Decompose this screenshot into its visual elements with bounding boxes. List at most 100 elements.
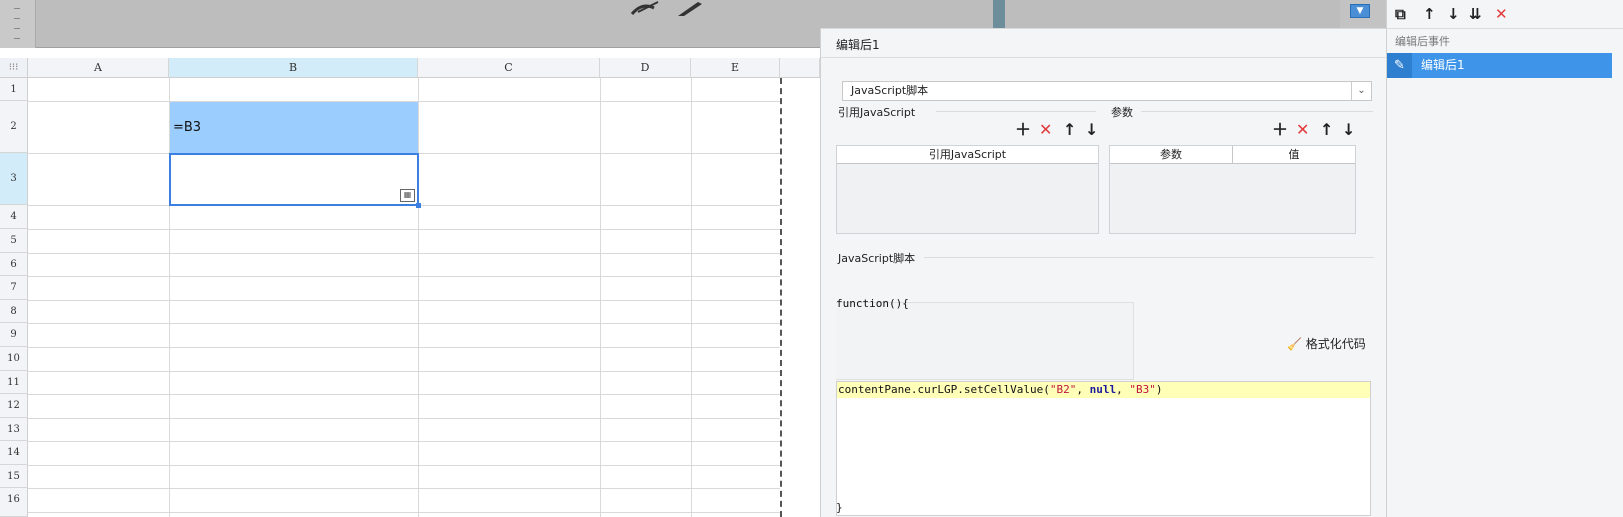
grid-line: [28, 465, 780, 466]
row-header-8[interactable]: 8: [0, 300, 28, 323]
row-header-3[interactable]: 3: [0, 153, 28, 205]
copy-icon[interactable]: ⧉: [1395, 4, 1406, 24]
add-ref-button[interactable]: ＋: [1015, 122, 1031, 138]
format-code-button[interactable]: 🧹 格式化代码: [1287, 335, 1366, 352]
grid-line: [28, 418, 780, 419]
code-string: "B3": [1129, 383, 1156, 396]
row-header-11[interactable]: 11: [0, 371, 28, 394]
code-string: "B2": [1049, 383, 1077, 396]
grid-line: [28, 323, 780, 324]
grid-line: [28, 394, 780, 395]
row-header-2[interactable]: 2: [0, 101, 28, 153]
grid-line: [418, 78, 419, 517]
column-header-c[interactable]: C: [418, 58, 600, 78]
move-down-ref-button[interactable]: ↓: [1085, 122, 1098, 138]
event-section-label: 编辑后事件: [1395, 35, 1450, 48]
column-header-b[interactable]: B: [169, 58, 418, 78]
row-header-5[interactable]: 5: [0, 229, 28, 253]
row-header-7[interactable]: 7: [0, 276, 28, 300]
divider: [924, 257, 1374, 258]
calendar-icon[interactable]: ▦: [400, 189, 415, 202]
script-type-select[interactable]: JavaScript脚本 ⌄: [842, 81, 1372, 101]
code-text: contentPane.curLGP.setCellValue(: [838, 383, 1050, 396]
code-function-close: }: [836, 501, 843, 514]
row-header-4[interactable]: 4: [0, 205, 28, 229]
event-editor-dialog: 编辑后1 JavaScript脚本 ⌄ 引用JavaScript 参数 ＋ ✕ …: [820, 28, 1387, 517]
fill-handle[interactable]: [416, 203, 421, 208]
delete-icon[interactable]: ✕: [1495, 4, 1508, 24]
page-break-line: [780, 78, 782, 517]
add-param-button[interactable]: ＋: [1272, 122, 1288, 138]
cell-b2[interactable]: =B3: [170, 102, 418, 153]
column-header-a[interactable]: A: [28, 58, 169, 78]
vertical-ruler: [0, 0, 36, 48]
move-bottom-icon[interactable]: ⇊: [1469, 4, 1482, 24]
event-list-item[interactable]: ✎ 编辑后1: [1387, 53, 1612, 78]
script-type-value: JavaScript脚本: [851, 84, 929, 97]
ref-js-column-header[interactable]: 引用JavaScript: [837, 146, 1098, 164]
params-table[interactable]: 参数 值: [1109, 145, 1356, 234]
code-line-1[interactable]: contentPane.curLGP.setCellValue("B2", nu…: [837, 382, 1370, 398]
grid-line: [28, 488, 780, 489]
divider: [936, 111, 1096, 112]
decorative-brush-icon: [628, 0, 718, 19]
grid-line: [28, 253, 780, 254]
ref-js-table[interactable]: 引用JavaScript: [836, 145, 1099, 234]
row-header-15[interactable]: 15: [0, 465, 28, 488]
spreadsheet-grid[interactable]: ⁝⁝⁝ A B C D E 1 2 3 4 5 6 7 8 9 10 11 12…: [0, 58, 820, 517]
move-down-param-button[interactable]: ↓: [1342, 122, 1355, 138]
code-text: ): [1155, 383, 1163, 396]
column-header-e[interactable]: E: [691, 58, 780, 78]
pencil-icon: ✎: [1387, 53, 1412, 78]
code-header-area: [836, 302, 1134, 380]
move-up-param-button[interactable]: ↑: [1320, 122, 1333, 138]
event-list-panel: ⧉ ↑ ↓ ⇊ ✕ 编辑后事件 ✎ 编辑后1: [1386, 0, 1623, 517]
divider: [1387, 28, 1623, 29]
dropdown-toggle[interactable]: ▼: [1350, 4, 1370, 18]
param-name-column-header[interactable]: 参数: [1110, 146, 1233, 164]
app-window: ▼ ⁝⁝⁝ A B C D E 1 2 3 4 5 6 7 8 9 10 11 …: [0, 0, 1623, 517]
delete-ref-button[interactable]: ✕: [1039, 122, 1052, 138]
delete-param-button[interactable]: ✕: [1296, 122, 1309, 138]
param-value-column-header[interactable]: 值: [1233, 146, 1355, 164]
column-header-f[interactable]: [780, 58, 820, 78]
row-header-14[interactable]: 14: [0, 441, 28, 465]
divider: [821, 57, 1387, 58]
grid-line: [28, 300, 780, 301]
js-script-section-label: JavaScript脚本: [838, 252, 916, 265]
code-text: ,: [1076, 383, 1090, 396]
column-header-d[interactable]: D: [600, 58, 691, 78]
row-header-9[interactable]: 9: [0, 323, 28, 347]
grid-line: [600, 78, 601, 517]
grid-line: [28, 276, 780, 277]
ref-js-section-label: 引用JavaScript: [838, 106, 916, 119]
select-all-corner[interactable]: ⁝⁝⁝: [0, 58, 28, 78]
chevron-down-icon[interactable]: ⌄: [1351, 82, 1371, 100]
code-text: ,: [1116, 383, 1130, 396]
broom-icon: 🧹: [1287, 337, 1302, 351]
format-code-label: 格式化代码: [1305, 337, 1366, 351]
code-function-open: function(){: [836, 297, 909, 310]
params-section-label: 参数: [1111, 106, 1133, 119]
move-up-ref-button[interactable]: ↑: [1063, 122, 1076, 138]
grid-line: [28, 347, 780, 348]
grid-line: [28, 371, 780, 372]
cell-b3-selected[interactable]: ▦: [169, 153, 421, 208]
code-keyword: null: [1089, 383, 1117, 396]
scroll-strip: [993, 0, 1005, 30]
code-editor[interactable]: contentPane.curLGP.setCellValue("B2", nu…: [836, 381, 1371, 516]
row-header-10[interactable]: 10: [0, 347, 28, 371]
row-header-1[interactable]: 1: [0, 78, 28, 101]
grid-line: [28, 512, 780, 513]
dialog-title: 编辑后1: [836, 38, 880, 52]
event-item-label: 编辑后1: [1421, 58, 1465, 72]
row-header-6[interactable]: 6: [0, 253, 28, 276]
move-down-icon[interactable]: ↓: [1447, 4, 1460, 24]
grid-line: [691, 78, 692, 517]
row-header-13[interactable]: 13: [0, 418, 28, 441]
row-header-12[interactable]: 12: [0, 394, 28, 418]
grid-line: [28, 229, 780, 230]
move-up-icon[interactable]: ↑: [1423, 4, 1436, 24]
row-header-16[interactable]: 16: [0, 488, 28, 517]
divider: [1141, 111, 1373, 112]
